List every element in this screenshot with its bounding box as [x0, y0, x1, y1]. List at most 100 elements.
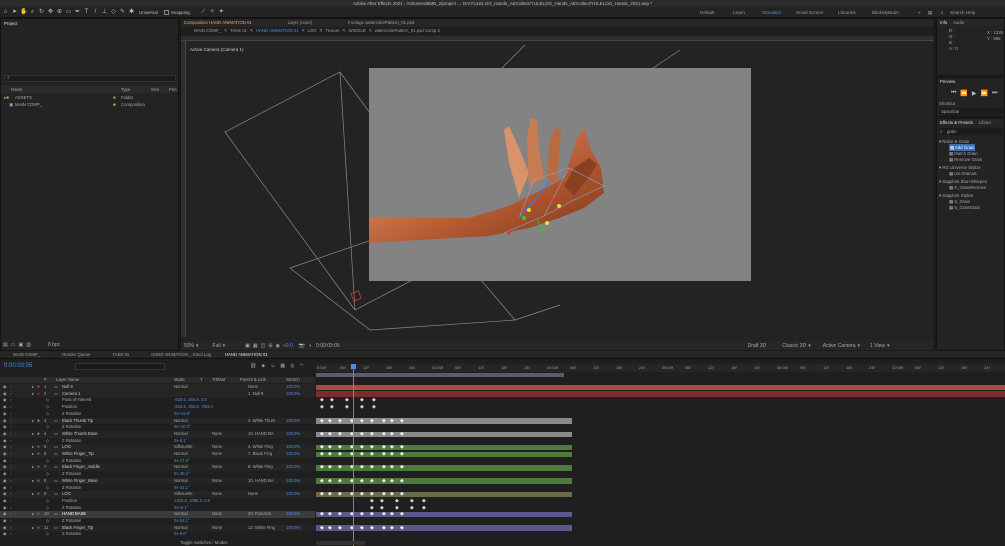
breadcrumb-item[interactable]: MAIN COMP_ — [191, 28, 224, 34]
keyframe[interactable]: ◆ — [338, 525, 342, 532]
keyframe[interactable]: ◆ — [370, 505, 374, 512]
workspace-blinkmybrain[interactable]: BlinkMyBrain — [872, 7, 899, 18]
workspace-learn[interactable]: Learn — [733, 7, 745, 18]
table-row[interactable]: ◉ ◦ ▸ ■ 4 ▭ White Thumb Base Normal None 10. HAND… — [0, 430, 315, 438]
keyframe[interactable]: ◆ — [400, 451, 404, 458]
playhead-handle[interactable] — [351, 364, 356, 369]
column-name[interactable]: Name — [11, 86, 22, 93]
table-row[interactable]: ◉ ◦ ▸ ■ 11 ▭ Black Finger_Tip Normal None 12. Whi… — [0, 524, 315, 532]
keyframe[interactable]: ◆ — [372, 404, 376, 411]
keyframe[interactable]: ◆ — [328, 525, 332, 532]
table-row[interactable]: ◉ ◦ ▸ ■ 1 ▭ Null 9 Normal None 100.0% — [0, 384, 315, 391]
keyframe[interactable]: ◆ — [370, 491, 374, 498]
keyframe[interactable]: ◆ — [400, 525, 404, 532]
composition-flowchart-icon[interactable]: ⛓ — [250, 363, 256, 369]
keyframe[interactable]: ◆ — [320, 404, 324, 411]
snapshot-icon[interactable]: 📷 — [299, 343, 305, 349]
keyframe[interactable]: ◆ — [372, 397, 376, 404]
shortcut-select[interactable]: Spacebar — [939, 108, 1003, 115]
tab-hand-animation-01[interactable]: HAND ANIMATION 01 — [222, 352, 271, 358]
layer-duration-bar[interactable] — [316, 511, 572, 518]
layer-duration-bar[interactable] — [316, 431, 572, 437]
transparency-grid-icon[interactable]: ▦ — [253, 343, 258, 349]
keyframe[interactable]: ◆ — [328, 491, 332, 498]
keyframe[interactable]: ◆ — [338, 491, 342, 498]
keyframe[interactable]: ◆ — [320, 397, 324, 404]
column-size[interactable]: Size — [151, 86, 159, 93]
keyframe[interactable]: ◆ — [370, 498, 374, 505]
keyframe[interactable]: ◆ — [338, 511, 342, 518]
workspace-standard[interactable]: Standard — [762, 7, 781, 18]
keyframe[interactable]: ◆ — [370, 525, 374, 532]
column-parent[interactable]: Parent & Link — [240, 376, 266, 383]
time-ruler[interactable]: 0:00f 06f 12f 18f 24f 02:00f 06f 12f 18f 24f 04:00… — [316, 364, 1005, 372]
frame-blending-icon[interactable]: ▦ — [280, 363, 285, 369]
keyframe[interactable]: ◆ — [380, 498, 384, 505]
table-row[interactable]: ◉ ◦ ▸ ■ 5 ▭ LOG Silhouette None 4. White Fing 100.… — [0, 444, 315, 451]
column-trkmat[interactable]: TrkMat — [212, 376, 225, 383]
shy-icon[interactable]: ☺ — [270, 363, 275, 369]
project-search-input[interactable]: ⌕ — [4, 75, 176, 82]
prev-frame-icon[interactable]: ⏪ — [960, 90, 967, 97]
renderer-mode-select[interactable]: Classic 3D — [782, 343, 806, 349]
new-folder-icon[interactable]: ▭ — [11, 342, 16, 348]
pen-tool-icon[interactable]: ✒ — [74, 9, 81, 16]
keyframe[interactable]: ◆ — [360, 431, 364, 438]
toggle-switches-modes[interactable]: Toggle Switches / Modes — [180, 539, 228, 546]
property-row[interactable]: ◉ ◦ ◇ Z Rotation 0x-53.1° — [0, 518, 315, 525]
keyframe[interactable]: ◆ — [328, 478, 332, 485]
keyframe[interactable]: ◆ — [360, 444, 364, 451]
column-t[interactable]: T — [200, 376, 203, 383]
keyframe[interactable]: ◆ — [400, 464, 404, 471]
keyframe[interactable]: ◆ — [338, 478, 342, 485]
keyframe[interactable]: ◆ — [320, 431, 324, 438]
keyframe[interactable]: ◆ — [395, 505, 399, 512]
brush-tool-icon[interactable]: / — [92, 9, 99, 16]
keyframe[interactable]: ◆ — [400, 511, 404, 518]
breadcrumb-item[interactable]: watercolorPattern_01.psd Comp 2 — [372, 28, 443, 34]
draft-3d-icon[interactable]: ◈ — [261, 363, 265, 369]
keyframe[interactable]: ◆ — [360, 491, 364, 498]
keyframe[interactable]: ◆ — [390, 418, 394, 425]
layer-duration-bar[interactable] — [316, 391, 1005, 397]
bit-depth-label[interactable]: 8 bpc — [48, 342, 60, 348]
layer-duration-bar[interactable] — [316, 384, 1005, 391]
keyframe[interactable]: ◆ — [338, 418, 342, 425]
zoom-select[interactable]: 50% — [184, 343, 194, 349]
home-icon[interactable]: ⌂ — [2, 9, 9, 16]
first-frame-icon[interactable]: ⏮ — [951, 90, 956, 97]
keyframe[interactable]: ◆ — [360, 451, 364, 458]
table-row[interactable]: ◉ ◦ ▸ ■ 9 ▭ LOG Silhouette None None 100.0% — [0, 491, 315, 498]
play-icon[interactable]: ▶ — [972, 90, 977, 97]
table-row[interactable]: ◉ ◦ ▸ ■ 6 ▭ White Finger_Tip Normal None 7. Black… — [0, 451, 315, 458]
layer-duration-bar[interactable] — [316, 491, 572, 498]
type-tool-icon[interactable]: T — [83, 9, 90, 16]
search-icon[interactable]: ⌕ — [941, 7, 944, 18]
breadcrumb-item[interactable]: HAND ANIMATION 01 — [253, 28, 302, 34]
effects-search-input[interactable]: grain — [939, 128, 1003, 135]
keyframe[interactable]: ◆ — [370, 418, 374, 425]
keyframe[interactable]: ◆ — [382, 444, 386, 451]
property-row[interactable]: ◉ ◦ ◇ Z Rotation 0x+19.0° — [0, 411, 315, 418]
property-row[interactable]: ◉ ◦ ◇ Z Rotation 0x+10.0° — [0, 424, 315, 431]
keyframe[interactable]: ◆ — [410, 505, 414, 512]
axis-icon[interactable]: ✧ — [209, 9, 216, 16]
property-row[interactable]: ◉ ◦ ◇ Position -510.6, 466.8, -863.4 — [0, 404, 315, 411]
keyframe[interactable]: ◆ — [338, 451, 342, 458]
keyframe[interactable]: ◆ — [345, 397, 349, 404]
property-row[interactable]: ◉ ◦ ◇ Z Rotation 0x+9.1° — [0, 505, 315, 512]
workspace-libraries[interactable]: Libraries — [838, 7, 856, 18]
keyframe[interactable]: ◆ — [382, 491, 386, 498]
keyframe[interactable]: ◆ — [360, 418, 364, 425]
keyframe[interactable]: ◆ — [380, 505, 384, 512]
tab-main-comp[interactable]: MAIN COMP_ — [10, 352, 43, 358]
property-row[interactable]: ◉ ◦ ◇ Z Rotation 0x-30.4° — [0, 471, 315, 478]
mask-icon[interactable]: ◫ — [261, 343, 266, 349]
tab-effects-presets[interactable]: Effects & Presets — [937, 120, 976, 126]
keyframe[interactable]: ◆ — [338, 431, 342, 438]
region-icon[interactable]: ▣ — [245, 343, 250, 349]
breadcrumb-item[interactable]: TAKE 01 — [227, 28, 250, 34]
composition-canvas[interactable] — [369, 68, 751, 281]
eraser-tool-icon[interactable]: ◇ — [110, 9, 117, 16]
property-row[interactable]: ◉ ◦ ◇ Position 1402.6, 1086.3, 0.0 — [0, 498, 315, 505]
